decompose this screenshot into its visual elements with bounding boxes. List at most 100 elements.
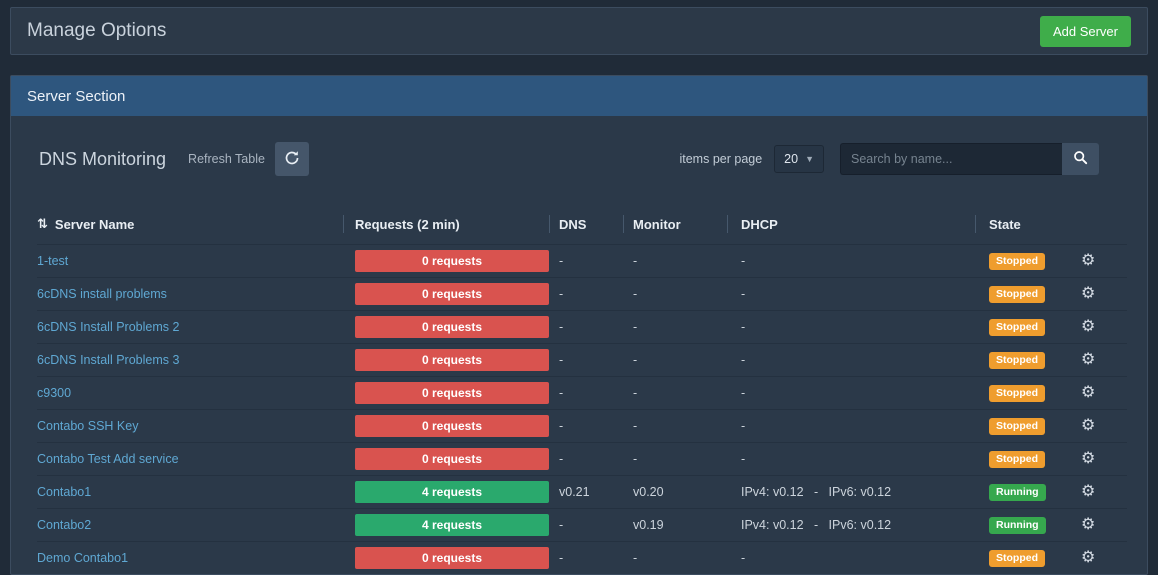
dns-version: - bbox=[549, 410, 623, 442]
table-row: 6cDNS install problems 0 requests - - - … bbox=[37, 277, 1127, 310]
monitor-version: - bbox=[623, 344, 727, 376]
search-input[interactable] bbox=[840, 143, 1062, 175]
column-header-label: Server Name bbox=[55, 217, 135, 232]
section-header: Server Section bbox=[11, 76, 1147, 116]
table-row: 1-test 0 requests - - - Stopped ⚙ bbox=[37, 244, 1127, 277]
state-badge: Stopped bbox=[989, 451, 1045, 468]
dns-version: - bbox=[549, 278, 623, 310]
sort-icon[interactable]: ⇅ bbox=[37, 216, 48, 232]
server-panel: Server Section DNS Monitoring Refresh Ta… bbox=[10, 75, 1148, 575]
state-badge: Stopped bbox=[989, 319, 1045, 336]
server-name-link[interactable]: Contabo Test Add service bbox=[37, 452, 179, 466]
monitor-version: - bbox=[623, 410, 727, 442]
search-group bbox=[840, 143, 1099, 175]
server-name-link[interactable]: Contabo SSH Key bbox=[37, 419, 138, 433]
monitor-version: v0.19 bbox=[623, 509, 727, 541]
gear-icon[interactable]: ⚙ bbox=[1081, 319, 1095, 335]
table-header-row: ⇅ Server Name Requests (2 min) DNS Monit… bbox=[37, 204, 1127, 244]
refresh-button[interactable] bbox=[275, 142, 309, 176]
state-badge: Stopped bbox=[989, 286, 1045, 303]
gear-icon[interactable]: ⚙ bbox=[1081, 286, 1095, 302]
table-row: Contabo1 4 requests v0.21 v0.20 IPv4: v0… bbox=[37, 475, 1127, 508]
table-toolbar: DNS Monitoring Refresh Table items per p… bbox=[11, 116, 1147, 176]
server-name-link[interactable]: Contabo2 bbox=[37, 518, 91, 532]
state-badge: Stopped bbox=[989, 418, 1045, 435]
dhcp-versions: - bbox=[727, 377, 975, 409]
refresh-icon bbox=[284, 150, 300, 169]
dhcp-versions: - bbox=[727, 443, 975, 475]
table-row: Demo Contabo1 0 requests - - - Stopped ⚙ bbox=[37, 541, 1127, 574]
page-title: Manage Options bbox=[27, 20, 166, 42]
state-badge: Running bbox=[989, 484, 1046, 501]
column-header-monitor: Monitor bbox=[623, 204, 727, 244]
items-per-page-value: 20 bbox=[784, 152, 798, 166]
gear-icon[interactable]: ⚙ bbox=[1081, 352, 1095, 368]
server-name-link[interactable]: 6cDNS Install Problems 3 bbox=[37, 353, 179, 367]
requests-badge: 0 requests bbox=[355, 382, 549, 404]
gear-icon[interactable]: ⚙ bbox=[1081, 253, 1095, 269]
requests-badge: 0 requests bbox=[355, 316, 549, 338]
column-header-server-name[interactable]: ⇅ Server Name bbox=[37, 204, 343, 244]
dns-version: - bbox=[549, 542, 623, 574]
server-name-link[interactable]: Demo Contabo1 bbox=[37, 551, 128, 565]
dhcp-versions: - bbox=[727, 542, 975, 574]
column-header-dns: DNS bbox=[549, 204, 623, 244]
dhcp-versions: - bbox=[727, 311, 975, 343]
table-row: Contabo SSH Key 0 requests - - - Stopped… bbox=[37, 409, 1127, 442]
items-per-page-label: items per page bbox=[679, 152, 762, 166]
servers-table: ⇅ Server Name Requests (2 min) DNS Monit… bbox=[11, 204, 1147, 574]
table-row: Contabo Test Add service 0 requests - - … bbox=[37, 442, 1127, 475]
table-row: 6cDNS Install Problems 3 0 requests - - … bbox=[37, 343, 1127, 376]
search-button[interactable] bbox=[1062, 143, 1099, 175]
gear-icon[interactable]: ⚙ bbox=[1081, 451, 1095, 467]
requests-badge: 0 requests bbox=[355, 283, 549, 305]
gear-icon[interactable]: ⚙ bbox=[1081, 418, 1095, 434]
refresh-table-label: Refresh Table bbox=[188, 152, 265, 166]
requests-badge: 0 requests bbox=[355, 250, 549, 272]
requests-badge: 0 requests bbox=[355, 349, 549, 371]
dns-version: - bbox=[549, 443, 623, 475]
state-badge: Stopped bbox=[989, 352, 1045, 369]
gear-icon[interactable]: ⚙ bbox=[1081, 484, 1095, 500]
dhcp-versions: IPv4: v0.12 - IPv6: v0.12 bbox=[727, 476, 975, 508]
column-header-state: State bbox=[975, 204, 1081, 244]
dns-version: - bbox=[549, 245, 623, 277]
requests-badge: 0 requests bbox=[355, 547, 549, 569]
gear-icon[interactable]: ⚙ bbox=[1081, 385, 1095, 401]
monitor-version: - bbox=[623, 311, 727, 343]
add-server-button[interactable]: Add Server bbox=[1040, 16, 1131, 47]
table-body: 1-test 0 requests - - - Stopped ⚙ 6cDNS … bbox=[37, 244, 1127, 574]
column-header-requests: Requests (2 min) bbox=[343, 204, 549, 244]
monitor-version: v0.20 bbox=[623, 476, 727, 508]
dhcp-versions: - bbox=[727, 245, 975, 277]
requests-badge: 4 requests bbox=[355, 514, 549, 536]
dhcp-versions: - bbox=[727, 278, 975, 310]
server-name-link[interactable]: 6cDNS install problems bbox=[37, 287, 167, 301]
monitor-version: - bbox=[623, 542, 727, 574]
gear-icon[interactable]: ⚙ bbox=[1081, 517, 1095, 533]
section-title: Server Section bbox=[27, 88, 125, 105]
state-badge: Stopped bbox=[989, 253, 1045, 270]
monitor-version: - bbox=[623, 443, 727, 475]
top-bar: Manage Options Add Server bbox=[10, 7, 1148, 55]
dns-version: - bbox=[549, 344, 623, 376]
server-name-link[interactable]: 1-test bbox=[37, 254, 68, 268]
dns-version: v0.21 bbox=[549, 476, 623, 508]
dhcp-versions: IPv4: v0.12 - IPv6: v0.12 bbox=[727, 509, 975, 541]
monitor-version: - bbox=[623, 377, 727, 409]
search-icon bbox=[1073, 150, 1088, 168]
server-name-link[interactable]: Contabo1 bbox=[37, 485, 91, 499]
state-badge: Running bbox=[989, 517, 1046, 534]
server-name-link[interactable]: c9300 bbox=[37, 386, 71, 400]
monitor-version: - bbox=[623, 278, 727, 310]
column-header-actions bbox=[1081, 204, 1127, 244]
state-badge: Stopped bbox=[989, 385, 1045, 402]
table-row: 6cDNS Install Problems 2 0 requests - - … bbox=[37, 310, 1127, 343]
table-row: Contabo2 4 requests - v0.19 IPv4: v0.12 … bbox=[37, 508, 1127, 541]
dns-version: - bbox=[549, 377, 623, 409]
dns-version: - bbox=[549, 509, 623, 541]
dhcp-versions: - bbox=[727, 344, 975, 376]
server-name-link[interactable]: 6cDNS Install Problems 2 bbox=[37, 320, 179, 334]
table-row: c9300 0 requests - - - Stopped ⚙ bbox=[37, 376, 1127, 409]
items-per-page-select[interactable]: 20 ▼ bbox=[774, 145, 824, 173]
